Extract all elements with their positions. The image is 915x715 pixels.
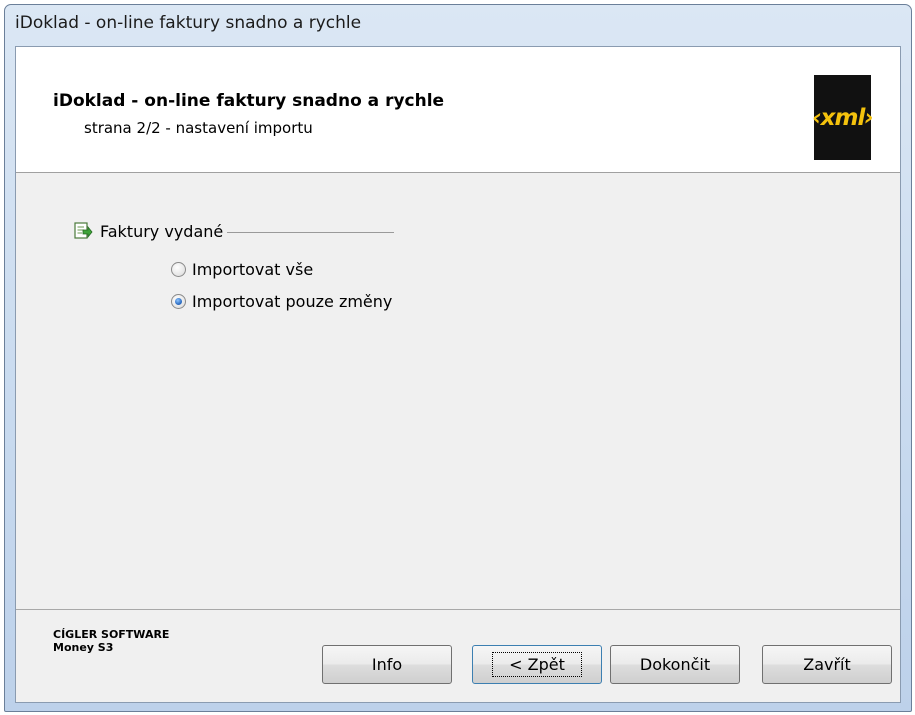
close-button[interactable]: Zavřít <box>762 645 892 684</box>
title-bar[interactable]: iDoklad - on-line faktury snadno a rychl… <box>5 5 911 43</box>
import-all-option[interactable]: Importovat vše <box>171 260 313 279</box>
info-button-label: Info <box>371 655 403 674</box>
dialog-window: iDoklad - on-line faktury snadno a rychl… <box>4 4 912 712</box>
import-changes-option[interactable]: Importovat pouze změny <box>171 292 392 311</box>
import-all-radio[interactable] <box>171 262 186 277</box>
xml-logo-text: xml <box>820 104 866 131</box>
window-title: iDoklad - on-line faktury snadno a rychl… <box>15 13 362 33</box>
group-divider <box>227 231 395 233</box>
finish-button[interactable]: Dokončit <box>610 645 740 684</box>
import-all-label[interactable]: Importovat vše <box>192 260 313 279</box>
invoices-issued-group: Faktury vydané <box>73 221 395 241</box>
document-export-icon <box>74 222 93 239</box>
brand-company: CÍGLER SOFTWARE <box>53 628 170 641</box>
finish-button-label: Dokončit <box>639 655 711 674</box>
dialog-client-area: iDoklad - on-line faktury snadno a rychl… <box>15 46 901 703</box>
wizard-title: iDoklad - on-line faktury snadno a rychl… <box>53 91 445 111</box>
back-button-label: < Zpět <box>492 652 582 677</box>
import-changes-radio[interactable] <box>171 294 186 309</box>
import-changes-label[interactable]: Importovat pouze změny <box>192 292 392 311</box>
close-button-label: Zavřít <box>803 655 851 674</box>
wizard-header: iDoklad - on-line faktury snadno a rychl… <box>16 47 900 173</box>
info-button[interactable]: Info <box>322 645 452 684</box>
group-label: Faktury vydané <box>100 221 224 241</box>
wizard-subtitle: strana 2/2 - nastavení importu <box>84 119 313 137</box>
xml-logo: ‹xml› <box>812 75 874 160</box>
brand-product: Money S3 <box>53 641 114 654</box>
footer-divider <box>16 609 900 610</box>
back-button[interactable]: < Zpět <box>472 645 602 684</box>
